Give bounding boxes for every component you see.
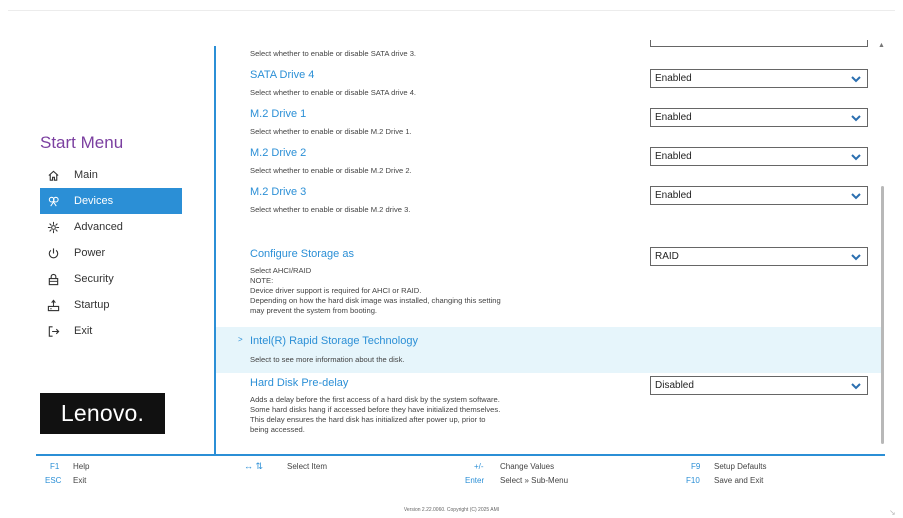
bios-setup-screen: Start Menu Main Devices Advanced Power S… bbox=[0, 0, 903, 518]
description-line: Some hard disks hang if accessed before … bbox=[250, 405, 501, 414]
chevron-down-icon bbox=[851, 76, 861, 83]
configure-storage-description: Select AHCI/RAID NOTE: Device driver sup… bbox=[250, 266, 600, 316]
description-line: Adds a delay before the first access of … bbox=[250, 395, 500, 404]
menu-item-label: Startup bbox=[74, 299, 110, 311]
menu-item-label: Power bbox=[74, 247, 106, 259]
menu-item-exit[interactable]: Exit bbox=[40, 318, 182, 344]
menu-item-startup[interactable]: Startup bbox=[40, 292, 182, 318]
chevron-down-icon bbox=[851, 115, 861, 122]
menu-item-security[interactable]: Security bbox=[40, 266, 182, 292]
hard-disk-predelay-description: Adds a delay before the first access of … bbox=[250, 395, 600, 435]
lock-icon bbox=[40, 273, 66, 286]
hotkey-key: F9 bbox=[691, 462, 701, 471]
description-line: This delay ensures the hard disk has ini… bbox=[250, 415, 486, 424]
hotkey-f9: F9 bbox=[691, 462, 700, 471]
m2-drive-1-value: Enabled bbox=[655, 112, 692, 123]
scroll-up-icon[interactable]: ▲ bbox=[878, 42, 885, 49]
m2-drive-1-description: Select whether to enable or disable M.2 … bbox=[250, 127, 412, 136]
menu-item-power[interactable]: Power bbox=[40, 240, 182, 266]
description-line: being accessed. bbox=[250, 425, 305, 434]
home-icon bbox=[40, 169, 66, 182]
hotkey-change-values-label: Change Values bbox=[500, 462, 555, 471]
chevron-right-icon: > bbox=[238, 335, 243, 344]
menu-item-label: Exit bbox=[74, 325, 93, 337]
m2-drive-2-title: M.2 Drive 2 bbox=[250, 147, 307, 159]
hotkey-key: F1 bbox=[50, 462, 60, 471]
configure-storage-select[interactable]: RAID bbox=[650, 247, 868, 266]
chevron-down-icon bbox=[851, 154, 861, 161]
menu-item-devices[interactable]: Devices bbox=[40, 188, 182, 214]
intel-rst-title[interactable]: Intel(R) Rapid Storage Technology bbox=[250, 335, 418, 347]
footer-divider bbox=[36, 454, 885, 456]
sata-drive-4-value: Enabled bbox=[655, 73, 692, 84]
menu-item-label: Main bbox=[74, 169, 98, 181]
sata-drive-4-select[interactable]: Enabled bbox=[650, 69, 868, 88]
sata-drive-4-title: SATA Drive 4 bbox=[250, 69, 315, 81]
description-line: may prevent the system from booting. bbox=[250, 306, 378, 315]
m2-drive-3-select[interactable]: Enabled bbox=[650, 186, 868, 205]
chevron-down-icon bbox=[851, 193, 861, 200]
hard-disk-predelay-select[interactable]: Disabled bbox=[650, 376, 868, 395]
description-line: Device driver support is required for AH… bbox=[250, 286, 422, 295]
m2-drive-2-select[interactable]: Enabled bbox=[650, 147, 868, 166]
chevron-down-icon bbox=[851, 383, 861, 390]
hotkey-key: Enter bbox=[465, 476, 485, 485]
hotkey-setup-defaults-label: Setup Defaults bbox=[714, 462, 767, 471]
startup-icon bbox=[40, 299, 66, 312]
menu-item-label: Security bbox=[74, 273, 114, 285]
m2-drive-1-title: M.2 Drive 1 bbox=[250, 108, 307, 120]
intel-rst-description: Select to see more information about the… bbox=[250, 355, 405, 364]
m2-drive-3-title: M.2 Drive 3 bbox=[250, 186, 307, 198]
hotkey-key: F10 bbox=[686, 476, 700, 485]
description-line: Depending on how the hard disk image was… bbox=[250, 296, 501, 305]
hotkey-arrows: ↔ ⇅ bbox=[244, 461, 263, 472]
configure-storage-title: Configure Storage as bbox=[250, 248, 354, 260]
menu-item-label: Devices bbox=[74, 195, 114, 207]
hotkey-key: +/- bbox=[474, 462, 484, 471]
start-menu: Main Devices Advanced Power Security Sta… bbox=[40, 162, 182, 344]
start-menu-title: Start Menu bbox=[40, 133, 124, 152]
hotkey-help-label: Help bbox=[73, 462, 90, 471]
hotkey-submenu-label: Select » Sub-Menu bbox=[500, 476, 569, 485]
m2-drive-3-value: Enabled bbox=[655, 190, 692, 201]
exit-icon bbox=[40, 325, 66, 338]
version-text: Version 2.22.0060. Copyright (C) 2025 AM… bbox=[403, 507, 500, 513]
hotkey-key: ESC bbox=[45, 476, 62, 485]
intel-rst-row[interactable] bbox=[216, 327, 884, 373]
lenovo-logo: Lenovo. bbox=[40, 393, 165, 434]
sata-drive-3-select[interactable] bbox=[650, 40, 868, 47]
power-icon bbox=[40, 247, 66, 260]
settings-panel: Select whether to enable or disable SATA… bbox=[216, 40, 884, 454]
sata-drive-4-description: Select whether to enable or disable SATA… bbox=[250, 88, 417, 97]
scrollbar-thumb[interactable] bbox=[881, 186, 884, 444]
hotkey-plus-minus: +/- bbox=[474, 462, 484, 471]
hotkey-enter: Enter bbox=[465, 476, 484, 485]
advanced-icon bbox=[40, 221, 66, 234]
configure-storage-value: RAID bbox=[655, 251, 679, 262]
hotkey-exit-label: Exit bbox=[73, 476, 87, 485]
top-border bbox=[8, 10, 895, 11]
m2-drive-1-select[interactable]: Enabled bbox=[650, 108, 868, 127]
chevron-down-icon bbox=[851, 254, 861, 261]
m2-drive-3-description: Select whether to enable or disable M.2 … bbox=[250, 205, 411, 214]
description-line: NOTE: bbox=[250, 276, 274, 285]
m2-drive-2-description: Select whether to enable or disable M.2 … bbox=[250, 166, 412, 175]
menu-item-label: Advanced bbox=[74, 221, 123, 233]
content-scrollbar[interactable]: ▲ bbox=[878, 40, 887, 454]
hotkey-save-exit-label: Save and Exit bbox=[714, 476, 764, 485]
sata-drive-3-description: Select whether to enable or disable SATA… bbox=[250, 49, 417, 58]
hotkey-select-item-label: Select Item bbox=[287, 462, 328, 471]
hotkey-exit: ESC bbox=[45, 476, 61, 485]
arrows-icon: ↔ ⇅ bbox=[244, 461, 264, 471]
hotkey-f10: F10 bbox=[686, 476, 700, 485]
resize-corner-icon: ↘ bbox=[889, 508, 896, 517]
menu-item-main[interactable]: Main bbox=[40, 162, 182, 188]
description-line: Select AHCI/RAID bbox=[250, 266, 312, 275]
hard-disk-predelay-title: Hard Disk Pre-delay bbox=[250, 377, 349, 389]
menu-item-advanced[interactable]: Advanced bbox=[40, 214, 182, 240]
hard-disk-predelay-value: Disabled bbox=[655, 380, 694, 391]
devices-icon bbox=[40, 195, 66, 208]
m2-drive-2-value: Enabled bbox=[655, 151, 692, 162]
hotkey-help: F1 bbox=[50, 462, 59, 471]
